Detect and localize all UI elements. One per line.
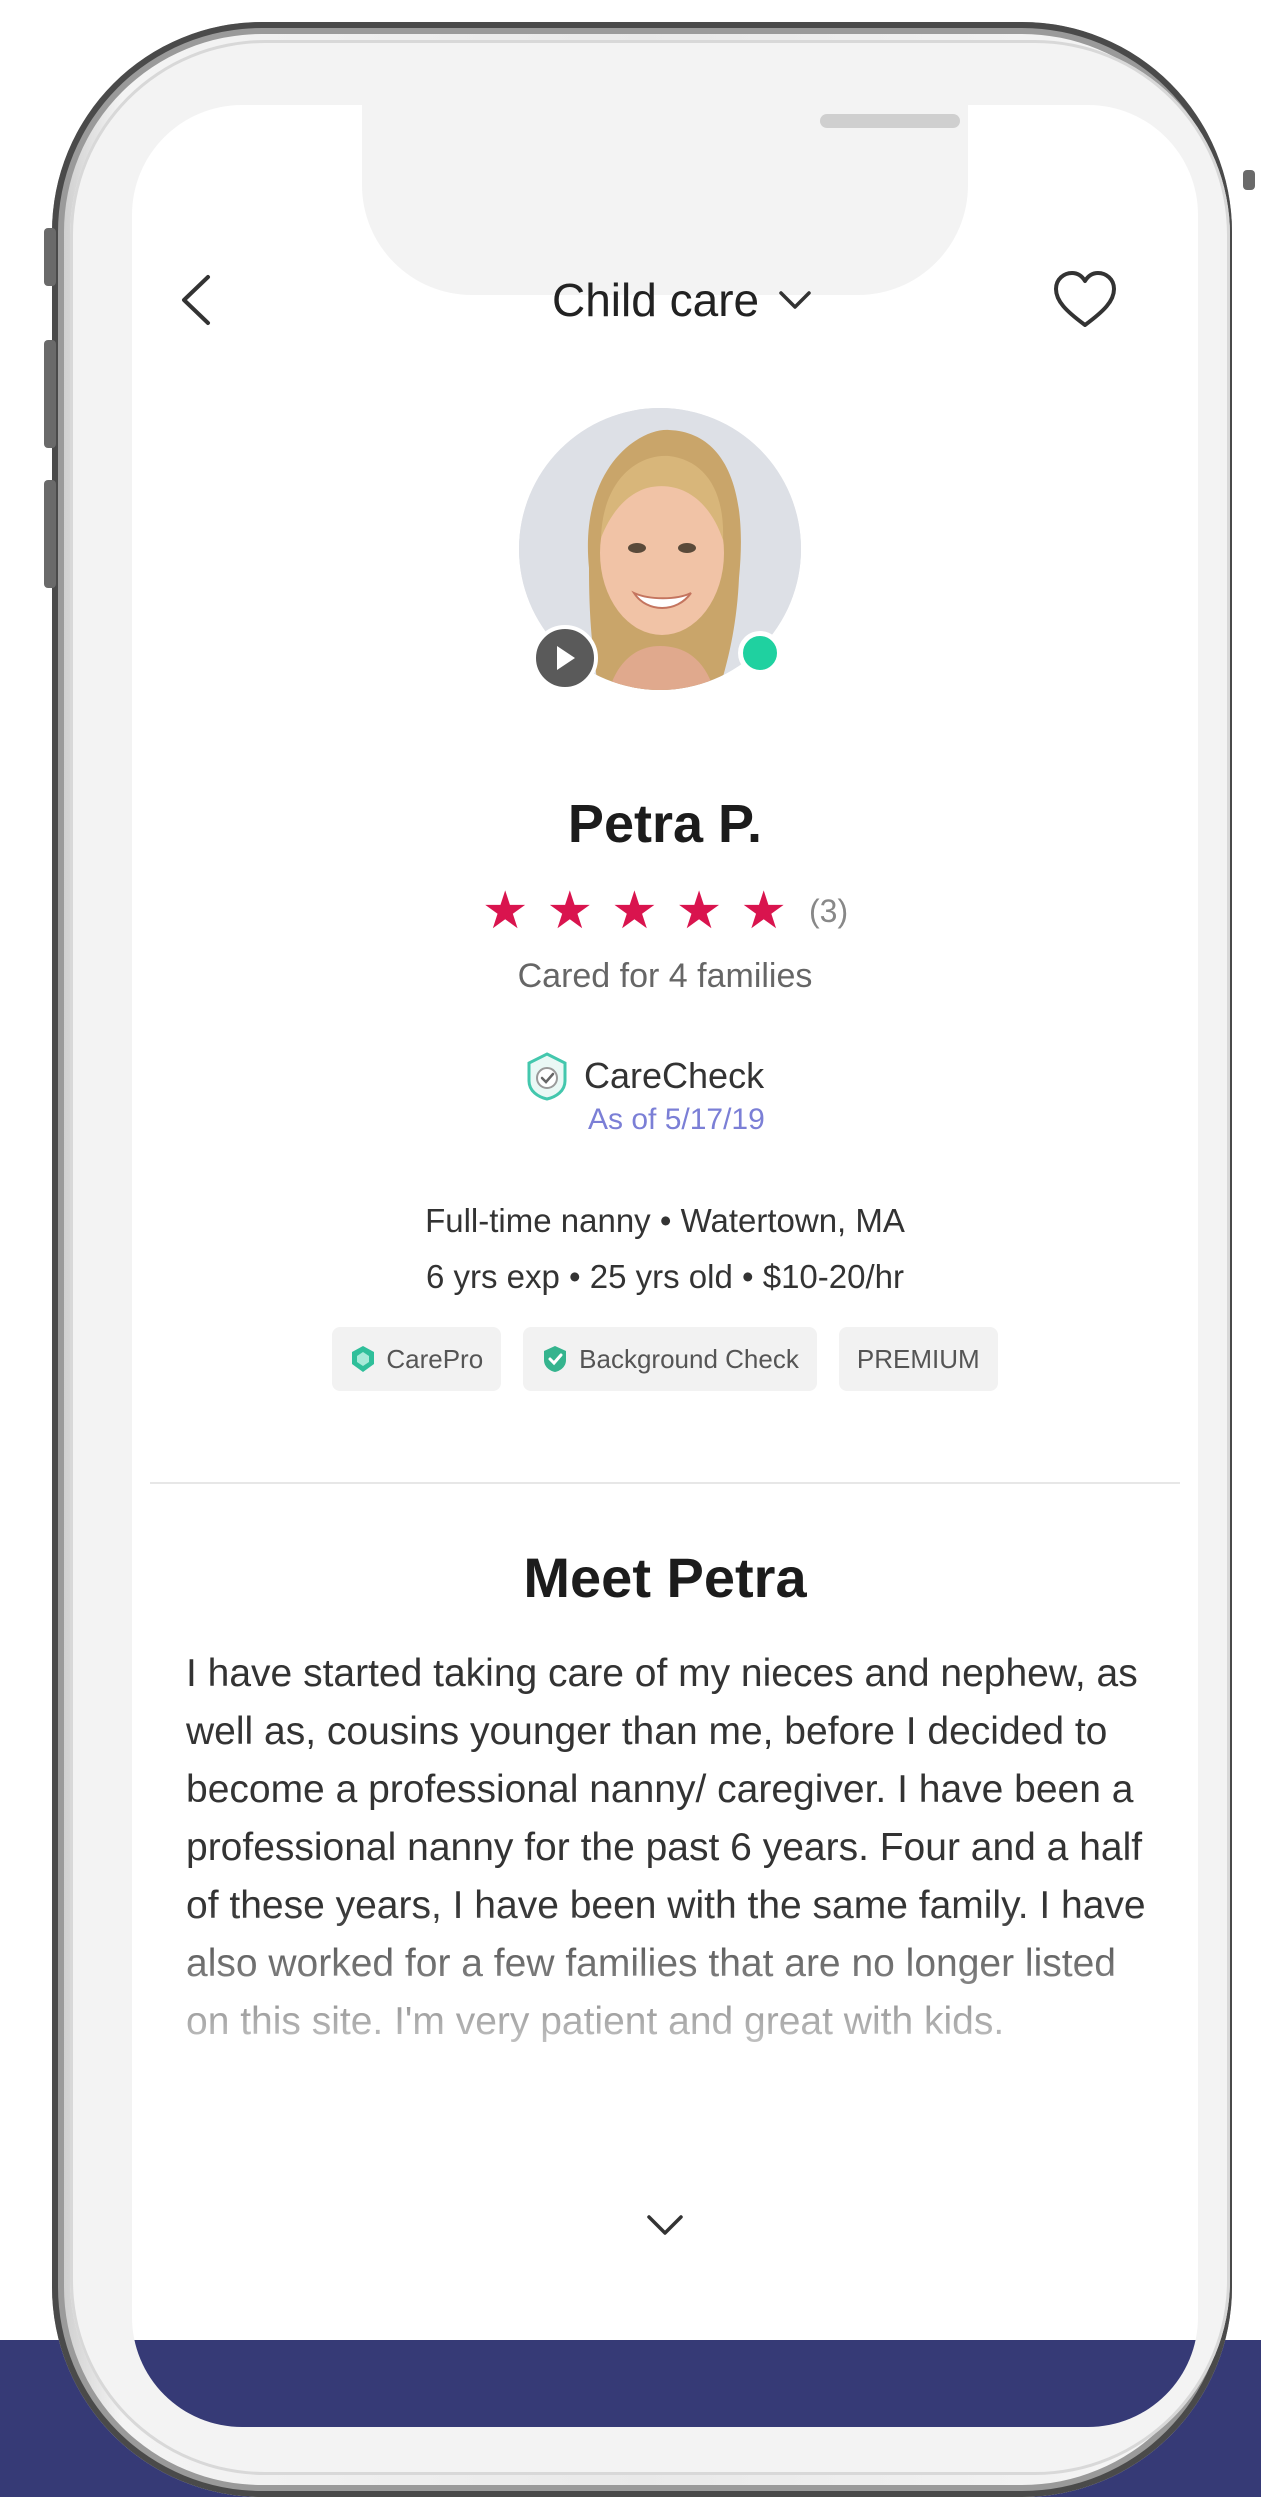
phone-volume-down [44,480,56,588]
star-icon: ★ [481,882,529,940]
expand-about-button[interactable] [635,2205,695,2245]
chevron-down-icon [647,2215,683,2235]
phone-mute-switch [44,228,56,286]
badge-background-check: Background Check [523,1327,817,1391]
header-title: Child care [552,274,760,326]
review-count: (3) [809,892,849,929]
heart-icon [1054,271,1116,327]
carecheck-badge[interactable]: CareCheck [524,1051,764,1101]
phone-volume-up [44,340,56,448]
back-button[interactable] [172,265,222,335]
cared-for-count: Cared for 4 families [517,957,813,995]
badge-label: PREMIUM [856,1343,980,1374]
badge-label: Background Check [579,1343,799,1374]
shield-check-icon [544,1346,567,1372]
star-icon: ★ [611,882,658,940]
badge-premium: PREMIUM [838,1327,998,1391]
experience-age-rate: 6 yrs exp • 25 yrs old • $10-20/hr [425,1258,904,1295]
badge-label: CarePro [386,1343,484,1374]
phone-screen: Child care Petra P. ★ ★ ★ ★ ★ (3) Cared … [132,105,1198,2427]
caregiver-name: Petra P. [567,794,763,854]
job-location: Full-time nanny • Watertown, MA [425,1202,905,1239]
online-status-dot [738,631,782,675]
service-type-dropdown[interactable]: Child care [552,265,813,335]
screen-bottom-band [132,2340,1198,2427]
rating[interactable]: ★ ★ ★ ★ ★ (3) [132,885,1198,937]
carecheck-shield-icon [527,1052,567,1101]
badge-list: CarePro Background Check PREMIUM [132,1327,1198,1391]
carepro-icon [352,1346,375,1372]
star-icon: ★ [740,882,787,940]
favorite-button[interactable] [1050,265,1120,335]
about-title: Meet Petra [523,1546,807,1609]
phone-side-button [1243,170,1255,190]
star-icon: ★ [546,882,594,940]
speaker [820,114,960,128]
star-icon: ★ [675,882,723,940]
carecheck-title: CareCheck [584,1055,765,1096]
carecheck-date: As of 5/17/19 [588,1103,765,1136]
chevron-left-icon [182,275,210,325]
section-divider [150,1482,1180,1484]
text-fade-overlay [132,1905,1198,2175]
badge-carepro: CarePro [332,1327,502,1391]
play-video-icon[interactable] [532,625,598,691]
chevron-down-icon [779,291,811,309]
